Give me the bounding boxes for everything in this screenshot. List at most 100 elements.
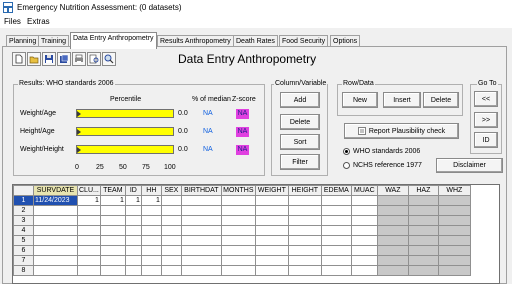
print-preview-icon[interactable] (87, 52, 101, 66)
grid-cell[interactable] (320, 215, 352, 226)
new-file-icon[interactable] (12, 52, 26, 66)
grid-cell[interactable] (160, 195, 182, 206)
grid-cell[interactable] (287, 205, 322, 216)
grid-cell[interactable] (77, 225, 101, 236)
grid-cell[interactable] (140, 225, 162, 236)
grid-cell[interactable] (99, 205, 126, 216)
grid-cell[interactable] (350, 225, 378, 236)
grid-cell[interactable] (33, 225, 78, 236)
grid-cell[interactable] (160, 265, 182, 276)
grid-cell[interactable] (77, 205, 101, 216)
grid-cell[interactable] (124, 205, 142, 216)
column-header-birthdat[interactable]: BIRTHDAT (180, 185, 222, 196)
grid-cell[interactable] (180, 205, 222, 216)
grid-cell[interactable] (320, 205, 352, 216)
grid-cell[interactable] (437, 225, 471, 236)
grid-cell[interactable] (254, 255, 289, 266)
grid-cell[interactable]: 1 (140, 195, 162, 206)
insert-row-button[interactable]: Insert (383, 92, 421, 108)
grid-cell[interactable] (220, 215, 256, 226)
grid-cell[interactable] (376, 215, 409, 226)
grid-cell[interactable]: 1 (77, 195, 101, 206)
grid-cell[interactable] (254, 215, 289, 226)
grid-cell[interactable] (180, 215, 222, 226)
row-header[interactable]: 5 (13, 235, 34, 246)
grid-cell[interactable] (160, 245, 182, 256)
grid-cell[interactable] (407, 245, 439, 256)
grid-cell[interactable] (180, 265, 222, 276)
grid-cell[interactable] (254, 235, 289, 246)
nchs-reference-radio[interactable] (343, 162, 350, 169)
grid-cell[interactable] (77, 215, 101, 226)
grid-cell[interactable] (287, 255, 322, 266)
grid-cell[interactable] (437, 205, 471, 216)
grid-cell[interactable] (99, 225, 126, 236)
grid-cell[interactable] (437, 235, 471, 246)
column-header-months[interactable]: MONTHS (220, 185, 256, 196)
column-header-muac[interactable]: MUAC (350, 185, 378, 196)
grid-cell[interactable] (376, 235, 409, 246)
grid-cell[interactable] (99, 215, 126, 226)
column-header-haz[interactable]: HAZ (407, 185, 439, 196)
row-header[interactable]: 3 (13, 215, 34, 226)
column-header-weight[interactable]: WEIGHT (254, 185, 289, 196)
grid-cell[interactable] (33, 215, 78, 226)
grid-cell[interactable] (407, 255, 439, 266)
grid-cell[interactable] (220, 225, 256, 236)
grid-cell[interactable] (437, 265, 471, 276)
grid-cell[interactable] (160, 205, 182, 216)
column-header-waz[interactable]: WAZ (376, 185, 409, 196)
grid-cell[interactable] (160, 215, 182, 226)
grid-cell[interactable] (376, 225, 409, 236)
grid-cell[interactable] (287, 265, 322, 276)
grid-cell[interactable] (180, 245, 222, 256)
grid-cell[interactable] (124, 245, 142, 256)
grid-cell[interactable] (33, 235, 78, 246)
grid-cell[interactable] (124, 225, 142, 236)
grid-cell[interactable] (254, 195, 289, 206)
grid-cell[interactable] (33, 265, 78, 276)
grid-cell[interactable] (287, 235, 322, 246)
save-icon[interactable] (42, 52, 56, 66)
grid-cell[interactable] (437, 215, 471, 226)
column-header-survdate[interactable]: SURVDATE (33, 185, 78, 196)
grid-cell[interactable] (77, 265, 101, 276)
grid-cell[interactable] (140, 215, 162, 226)
grid-cell[interactable] (407, 235, 439, 246)
grid-cell[interactable] (124, 215, 142, 226)
report-plausibility-button[interactable]: Report Plausibility check (344, 123, 459, 139)
menu-files[interactable]: Files (4, 17, 21, 26)
grid-cell[interactable] (160, 255, 182, 266)
grid-cell[interactable] (287, 225, 322, 236)
grid-cell[interactable] (33, 205, 78, 216)
grid-cell[interactable] (407, 195, 439, 206)
grid-cell[interactable] (407, 225, 439, 236)
goto-prev-button[interactable]: << (474, 91, 498, 107)
grid-cell[interactable] (376, 255, 409, 266)
grid-cell[interactable] (320, 235, 352, 246)
grid-cell[interactable] (124, 265, 142, 276)
grid-cell[interactable] (254, 265, 289, 276)
row-header[interactable]: 6 (13, 245, 34, 256)
column-header-edema[interactable]: EDEMA (320, 185, 352, 196)
column-header-whz[interactable]: WHZ (437, 185, 471, 196)
grid-cell[interactable] (99, 255, 126, 266)
grid-cell[interactable] (33, 255, 78, 266)
grid-cell[interactable] (140, 265, 162, 276)
grid-cell[interactable] (407, 205, 439, 216)
grid-cell[interactable] (437, 255, 471, 266)
add-column-button[interactable]: Add (280, 92, 320, 108)
grid-cell[interactable] (140, 245, 162, 256)
grid-cell[interactable] (77, 245, 101, 256)
grid-cell[interactable] (160, 225, 182, 236)
disclaimer-button[interactable]: Disclaimer (436, 158, 503, 173)
column-header-clu[interactable]: CLU... (77, 185, 101, 196)
grid-cell[interactable] (350, 215, 378, 226)
row-header[interactable]: 2 (13, 205, 34, 216)
grid-cell[interactable]: 11/24/2023 (33, 195, 78, 206)
grid-cell[interactable] (99, 245, 126, 256)
row-header[interactable]: 1 (13, 195, 34, 206)
grid-cell[interactable] (77, 255, 101, 266)
column-header-sex[interactable]: SEX (160, 185, 182, 196)
grid-cell[interactable] (77, 235, 101, 246)
